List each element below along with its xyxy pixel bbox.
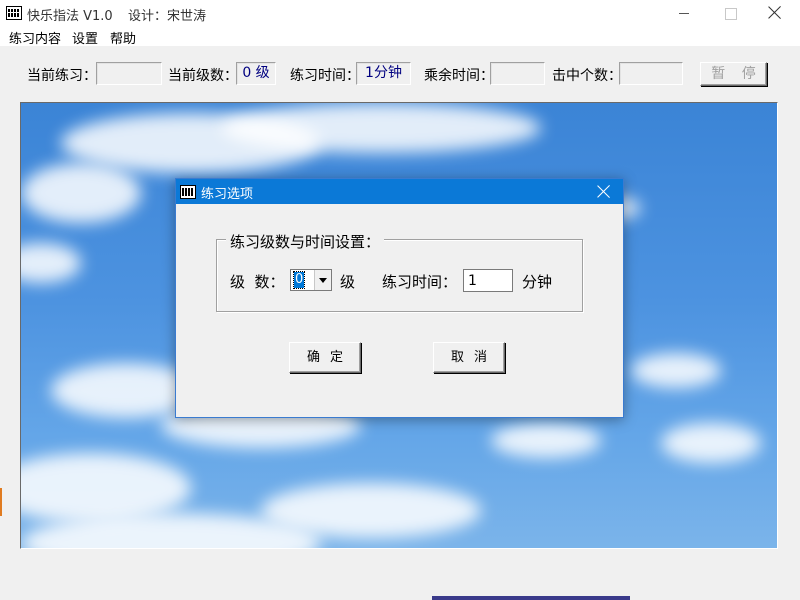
practice-time-field: 1分钟 [356, 62, 411, 85]
level-select-value: 0 [292, 271, 306, 289]
window-title: 快乐指法 V1.0 [27, 9, 113, 24]
maximize-button[interactable] [707, 0, 753, 27]
current-practice-label: 当前练习： [27, 68, 97, 84]
cloud [221, 103, 541, 153]
dialog-title-bar: 练习选项 [176, 179, 623, 204]
practice-time-input[interactable] [463, 269, 513, 292]
menu-settings[interactable]: 设置 [72, 28, 98, 47]
minimize-button[interactable] [661, 0, 707, 27]
remaining-time-field [490, 62, 545, 85]
close-icon [768, 5, 782, 19]
background-window-edge [432, 596, 630, 600]
ok-button[interactable]: 确定 [289, 342, 361, 373]
menu-help[interactable]: 帮助 [110, 28, 136, 47]
practice-options-dialog: 练习选项 练习级数与时间设置： 级 数： 0 级 练习时间： 分钟 确定 取消 [175, 178, 624, 418]
designer-credit: 设计：宋世涛 [128, 9, 207, 24]
current-practice-field [96, 62, 162, 85]
level-label: 级 数： [230, 273, 285, 291]
cancel-button[interactable]: 取消 [433, 342, 505, 373]
chevron-down-icon[interactable] [314, 270, 331, 290]
title-bar: 快乐指法 V1.0 设计：宋世涛 [0, 0, 800, 27]
dialog-title: 练习选项 [201, 187, 254, 202]
keyboard-icon [6, 6, 22, 20]
level-unit: 级 [340, 273, 356, 291]
close-button[interactable] [752, 0, 798, 27]
cloud [661, 423, 761, 463]
dialog-close-icon[interactable] [596, 184, 611, 199]
time-unit: 分钟 [522, 273, 553, 291]
menu-bar: 练习内容 设置 帮助 [0, 27, 800, 47]
cloud [491, 423, 601, 458]
current-level-field: 0 级 [236, 62, 276, 85]
menu-practice-content[interactable]: 练习内容 [9, 28, 61, 47]
group-title: 练习级数与时间设置： [226, 231, 385, 252]
hit-count-field [619, 62, 683, 85]
cloud [21, 163, 141, 223]
cloud [21, 243, 81, 283]
cloud [631, 353, 721, 388]
hit-count-label: 击中个数： [552, 68, 622, 84]
time-label: 练习时间： [382, 273, 458, 291]
keyboard-icon [180, 185, 196, 199]
background-window-edge [0, 488, 2, 516]
remaining-time-label: 乘余时间： [424, 68, 494, 84]
practice-time-label: 练习时间： [290, 68, 360, 84]
current-level-label: 当前级数： [168, 68, 238, 84]
pause-button[interactable]: 暂 停 [700, 62, 767, 86]
level-select[interactable]: 0 [290, 269, 332, 291]
